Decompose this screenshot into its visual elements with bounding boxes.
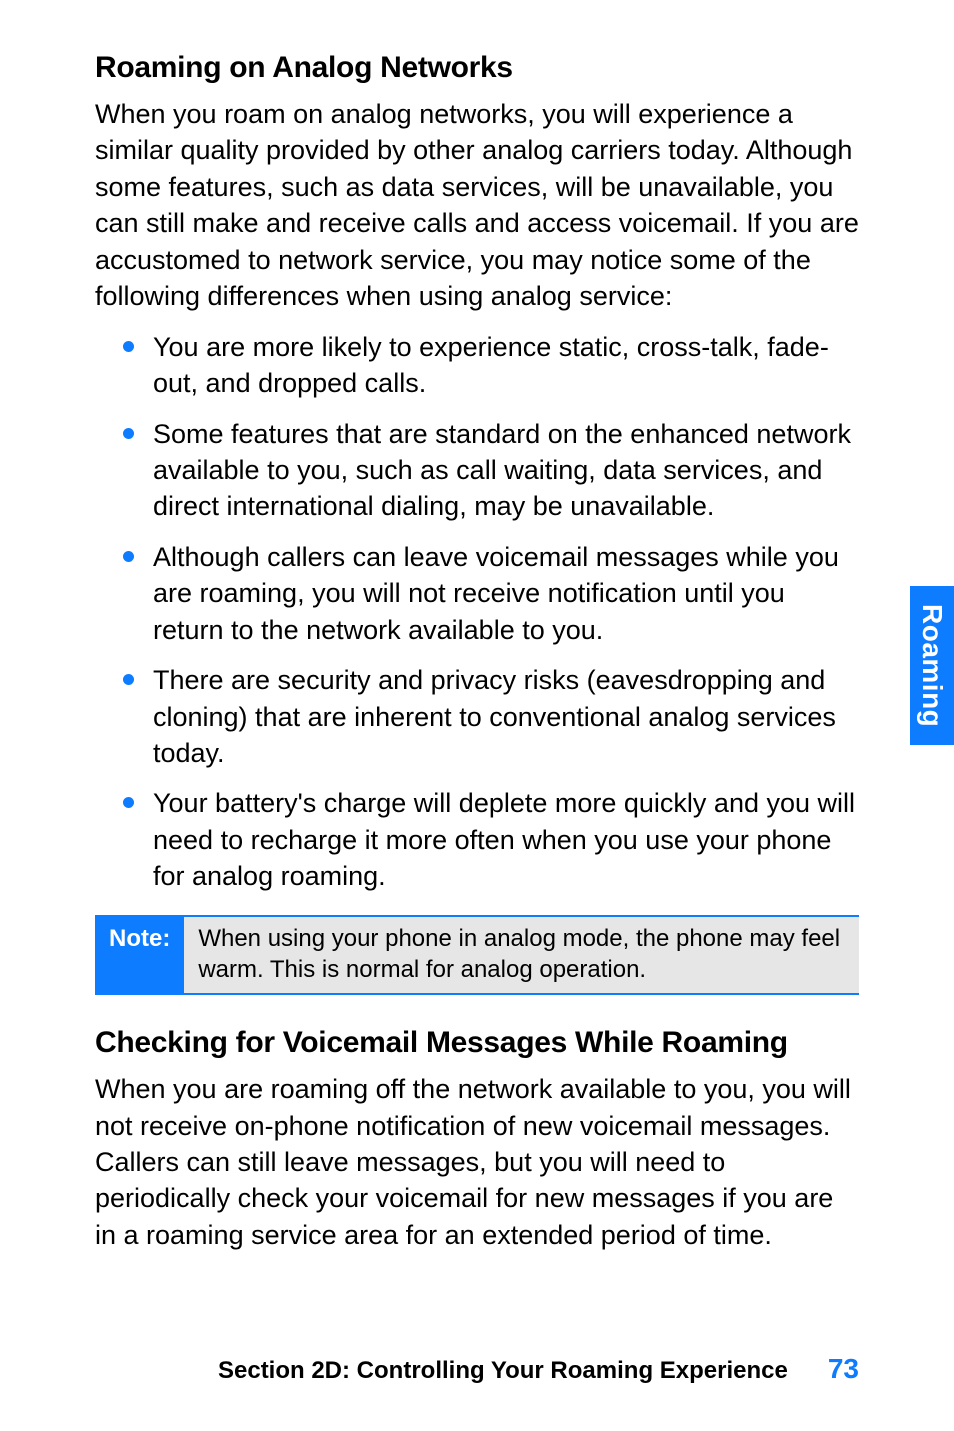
note-body: When using your phone in analog mode, th… bbox=[184, 917, 859, 993]
list-item: Some features that are standard on the e… bbox=[123, 416, 859, 525]
heading-roaming-analog: Roaming on Analog Networks bbox=[95, 50, 859, 86]
footer-page-number: 73 bbox=[828, 1353, 859, 1385]
list-item: There are security and privacy risks (ea… bbox=[123, 662, 859, 771]
list-item: Your battery's charge will deplete more … bbox=[123, 785, 859, 894]
heading-voicemail-roaming: Checking for Voicemail Messages While Ro… bbox=[95, 1025, 859, 1061]
footer-section-title: Section 2D: Controlling Your Roaming Exp… bbox=[218, 1357, 788, 1385]
note-label: Note: bbox=[95, 917, 184, 993]
page: Roaming Roaming on Analog Networks When … bbox=[0, 0, 954, 1431]
intro-voicemail-roaming: When you are roaming off the network ava… bbox=[95, 1071, 859, 1253]
list-item: Although callers can leave voicemail mes… bbox=[123, 539, 859, 648]
intro-roaming-analog: When you roam on analog networks, you wi… bbox=[95, 96, 859, 315]
note-box: Note: When using your phone in analog mo… bbox=[95, 915, 859, 995]
bullet-list-differences: You are more likely to experience static… bbox=[95, 329, 859, 895]
side-tab-roaming: Roaming bbox=[910, 586, 954, 745]
list-item: You are more likely to experience static… bbox=[123, 329, 859, 402]
page-footer: Section 2D: Controlling Your Roaming Exp… bbox=[95, 1353, 859, 1385]
